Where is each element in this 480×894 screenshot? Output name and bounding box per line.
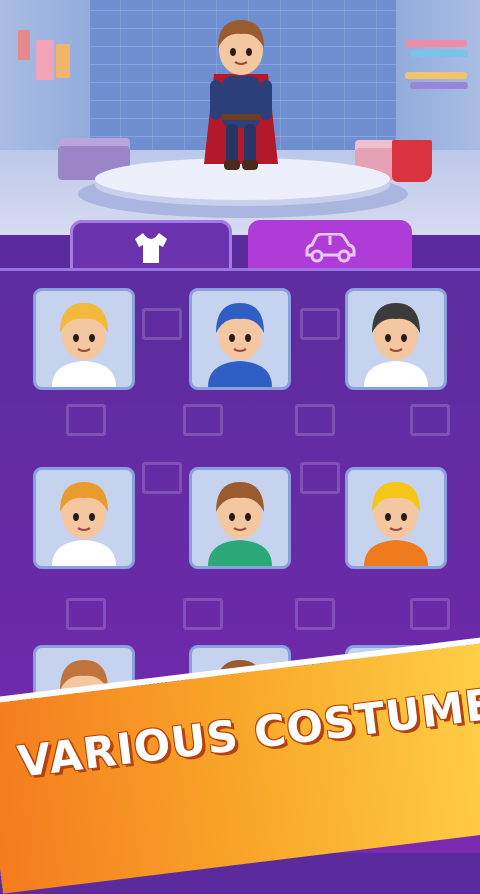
- background-pattern-icon: [183, 404, 223, 436]
- wall-poster-decoration: [56, 44, 70, 78]
- tshirt-icon: [135, 233, 167, 263]
- wall-shelf: [405, 72, 467, 79]
- helmet-soldier-avatar-icon: [364, 303, 428, 387]
- blonde-boy-avatar-icon: [52, 303, 116, 387]
- background-pattern-icon: [142, 462, 182, 494]
- wall-shelf: [410, 50, 468, 57]
- wall-shelf: [410, 82, 468, 89]
- adventurer-avatar-icon: [52, 482, 116, 566]
- red-cloth: [392, 140, 432, 182]
- background-pattern-icon: [295, 404, 335, 436]
- background-pattern-icon: [142, 308, 182, 340]
- costume-card[interactable]: [36, 470, 132, 566]
- costume-card[interactable]: [192, 470, 288, 566]
- costume-card[interactable]: [348, 291, 444, 387]
- captain-hero-avatar-icon: [208, 303, 272, 387]
- background-pattern-icon: [295, 598, 335, 630]
- background-pattern-icon: [66, 598, 106, 630]
- tracksuit-avatar-icon: [208, 482, 272, 566]
- character-preview-stage: [0, 0, 480, 235]
- background-pattern-icon: [410, 404, 450, 436]
- costume-card[interactable]: [36, 291, 132, 387]
- selected-character-avatar: [204, 20, 278, 170]
- construction-worker-avatar-icon: [364, 482, 428, 566]
- costume-card[interactable]: [192, 291, 288, 387]
- background-pattern-icon: [66, 404, 106, 436]
- background-pattern-icon: [300, 308, 340, 340]
- costume-card[interactable]: [348, 470, 444, 566]
- background-pattern-icon: [410, 598, 450, 630]
- wall-shelf: [405, 40, 467, 47]
- car-icon: [305, 233, 356, 263]
- wall-poster-decoration: [18, 30, 30, 60]
- panel-divider: [0, 268, 480, 271]
- background-pattern-icon: [300, 462, 340, 494]
- background-pattern-icon: [183, 598, 223, 630]
- wall-poster-decoration: [36, 40, 54, 80]
